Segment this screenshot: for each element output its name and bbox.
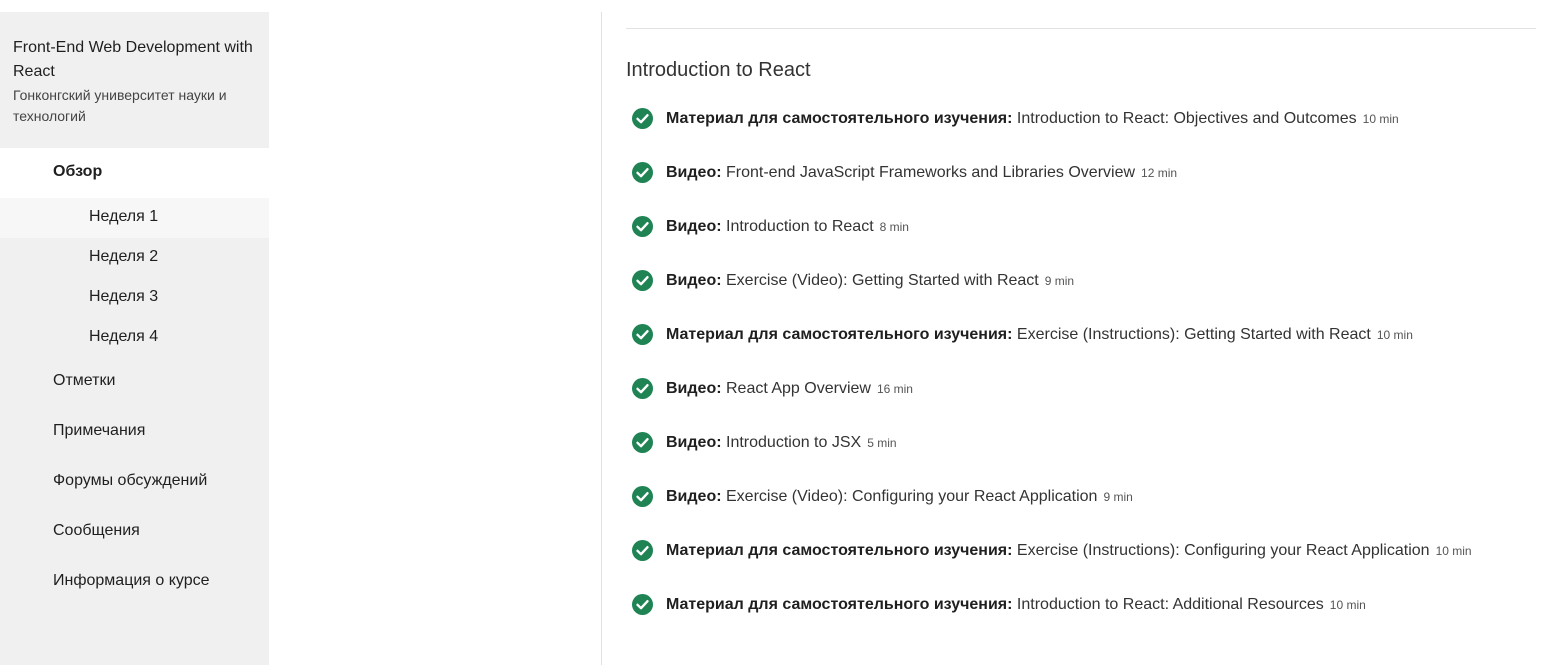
module-item[interactable]: Видео: React App Overview 16 min <box>632 376 1552 430</box>
module-item-text[interactable]: Видео: Exercise (Video): Getting Started… <box>666 268 1074 294</box>
nav-item-week-label: Неделя 2 <box>89 248 159 265</box>
nav-item-week-4[interactable]: Неделя 4 <box>0 318 269 358</box>
nav-item-overview[interactable]: Обзор <box>0 148 269 198</box>
nav-item-course-info[interactable]: Информация о курсе <box>0 558 269 608</box>
module-item[interactable]: Видео: Exercise (Video): Getting Started… <box>632 268 1552 322</box>
module-item-title[interactable]: Introduction to React: Objectives and Ou… <box>1017 110 1357 127</box>
nav-item-week-label: Неделя 3 <box>89 288 159 305</box>
nav-item-messages[interactable]: Сообщения <box>0 508 269 558</box>
nav-item-notes[interactable]: Примечания <box>0 408 269 458</box>
nav-item-week-1[interactable]: Неделя 1 <box>0 198 269 238</box>
module-item-type: Видео: <box>666 164 722 181</box>
module-item-text[interactable]: Видео: Introduction to JSX 5 min <box>666 430 897 456</box>
check-circle-icon <box>632 378 653 399</box>
check-circle-icon <box>632 540 653 561</box>
module-item-type: Видео: <box>666 434 722 451</box>
check-circle-icon <box>632 486 653 507</box>
module-item-text[interactable]: Материал для самостоятельного изучения: … <box>666 106 1399 132</box>
module-item-duration: 10 min <box>1362 112 1399 126</box>
nav-item-overview-label: Обзор <box>53 163 103 180</box>
module-item-title[interactable]: React App Overview <box>726 380 871 397</box>
nav-item-label: Форумы обсуждений <box>53 472 208 489</box>
content-divider <box>601 12 602 665</box>
module-item-type: Материал для самостоятельного изучения: <box>666 596 1013 613</box>
nav-item-week-label: Неделя 4 <box>89 328 159 345</box>
course-title[interactable]: Front-End Web Development with React <box>13 36 256 84</box>
check-circle-icon <box>632 162 653 183</box>
module-item-duration: 10 min <box>1435 544 1472 558</box>
module-item[interactable]: Видео: Front-end JavaScript Frameworks a… <box>632 160 1552 214</box>
check-circle-icon <box>632 270 653 291</box>
nav-item-week-3[interactable]: Неделя 3 <box>0 278 269 318</box>
module-item-duration: 5 min <box>867 436 897 450</box>
check-circle-icon <box>632 324 653 345</box>
module-item[interactable]: Видео: Introduction to React 8 min <box>632 214 1552 268</box>
module-item-title[interactable]: Introduction to React <box>726 218 874 235</box>
module-item-text[interactable]: Материал для самостоятельного изучения: … <box>666 322 1413 348</box>
nav-item-week-2[interactable]: Неделя 2 <box>0 238 269 278</box>
check-circle-icon <box>632 594 653 615</box>
module-item-duration: 12 min <box>1141 166 1178 180</box>
course-sidebar: Front-End Web Development with React Гон… <box>0 12 269 665</box>
module-item-title[interactable]: Exercise (Instructions): Configuring you… <box>1017 542 1430 559</box>
nav-item-label: Примечания <box>53 422 146 439</box>
module-item-title[interactable]: Exercise (Video): Configuring your React… <box>726 488 1097 505</box>
module-item-text[interactable]: Видео: Introduction to React 8 min <box>666 214 909 240</box>
module-item-text[interactable]: Материал для самостоятельного изучения: … <box>666 592 1366 618</box>
module-item[interactable]: Материал для самостоятельного изучения: … <box>632 322 1552 376</box>
module-item-type: Видео: <box>666 488 722 505</box>
module-item-title[interactable]: Exercise (Video): Getting Started with R… <box>726 272 1039 289</box>
module-item-duration: 10 min <box>1329 598 1366 612</box>
module-item[interactable]: Материал для самостоятельного изучения: … <box>632 592 1552 646</box>
module-item-text[interactable]: Видео: Exercise (Video): Configuring you… <box>666 484 1133 510</box>
module-item-type: Материал для самостоятельного изучения: <box>666 110 1013 127</box>
module-item-duration: 9 min <box>1103 490 1133 504</box>
module-item-duration: 9 min <box>1044 274 1075 288</box>
module-item-title[interactable]: Introduction to JSX <box>726 434 861 451</box>
module-title: Introduction to React <box>626 59 811 81</box>
module-item-title[interactable]: Introduction to React: Additional Resour… <box>1017 596 1324 613</box>
module-item-list: Материал для самостоятельного изучения: … <box>632 106 1552 646</box>
module-item[interactable]: Видео: Exercise (Video): Configuring you… <box>632 484 1552 538</box>
module-item-duration: 10 min <box>1376 328 1413 342</box>
check-circle-icon <box>632 216 653 237</box>
module-item[interactable]: Материал для самостоятельного изучения: … <box>632 106 1552 160</box>
module-item-title[interactable]: Front-end JavaScript Frameworks and Libr… <box>726 164 1135 181</box>
module-item-duration: 8 min <box>879 220 909 234</box>
module-item-type: Видео: <box>666 218 722 235</box>
module-item[interactable]: Видео: Introduction to JSX 5 min <box>632 430 1552 484</box>
nav-item-label: Информация о курсе <box>53 572 210 589</box>
nav-item-label: Сообщения <box>53 522 140 539</box>
module-item-type: Видео: <box>666 380 722 397</box>
nav-item-forums[interactable]: Форумы обсуждений <box>0 458 269 508</box>
module-item-type: Материал для самостоятельного изучения: <box>666 542 1013 559</box>
module-item[interactable]: Материал для самостоятельного изучения: … <box>632 538 1552 592</box>
check-circle-icon <box>632 108 653 129</box>
section-divider <box>626 28 1536 29</box>
module-item-type: Видео: <box>666 272 722 289</box>
module-item-text[interactable]: Видео: Front-end JavaScript Frameworks a… <box>666 160 1177 186</box>
nav-item-label: Отметки <box>53 372 116 389</box>
module-item-text[interactable]: Материал для самостоятельного изучения: … <box>666 538 1472 564</box>
check-circle-icon <box>632 432 653 453</box>
course-header[interactable]: Front-End Web Development with React Гон… <box>0 12 269 148</box>
module-item-duration: 16 min <box>876 382 913 396</box>
module-item-text[interactable]: Видео: React App Overview 16 min <box>666 376 913 402</box>
course-organization: Гонконгский университет науки и технолог… <box>13 87 227 124</box>
nav-item-week-label: Неделя 1 <box>89 208 159 225</box>
nav-item-grades[interactable]: Отметки <box>0 358 269 408</box>
module-item-type: Материал для самостоятельного изучения: <box>666 326 1013 343</box>
module-item-title[interactable]: Exercise (Instructions): Getting Started… <box>1017 326 1371 343</box>
